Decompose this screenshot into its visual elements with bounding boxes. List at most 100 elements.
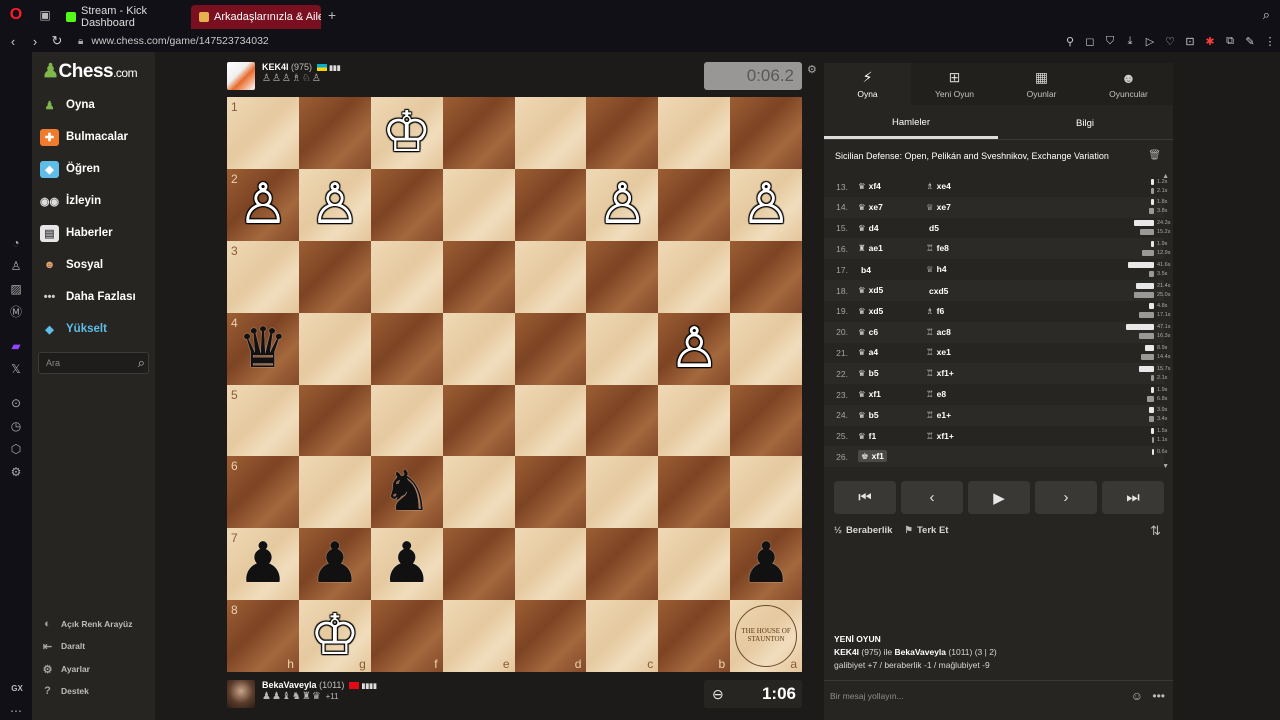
collapse-button[interactable]: ⇤ Daralt — [40, 637, 85, 655]
board-square[interactable] — [658, 97, 731, 169]
black-move[interactable]: ♗ f6 — [926, 306, 994, 317]
nav-more[interactable]: ••• Daha Fazlası — [40, 285, 136, 309]
board-square[interactable] — [514, 528, 587, 601]
chess-board[interactable]: 1 ♔ 2 ♙ ♙ ♙ ♙ 3 4 ♛ ♙ 5 6 ♞ 7 ♟ ♟ ♟ ♟ 8 h g ♔ f e d c b a THE HOUSE O… — [227, 97, 802, 672]
light-theme-toggle[interactable]: ◐ Açık Renk Arayüz — [40, 615, 132, 633]
board-square[interactable] — [658, 528, 731, 601]
forward-icon[interactable]: › — [26, 34, 44, 49]
opening-name[interactable]: Sicilian Defense: Open, Pelikán and Sves… — [835, 151, 1109, 161]
tab-players[interactable]: ☻ Oyuncular — [1085, 63, 1172, 105]
bookmark-icon[interactable]: ⊡ — [1180, 35, 1200, 48]
chess-piece[interactable]: ♛ — [238, 320, 288, 377]
chess-piece[interactable]: ♙ — [310, 176, 360, 233]
cube-icon[interactable]: ⬡ — [9, 442, 23, 456]
black-move[interactable]: cxd5 — [926, 286, 994, 296]
board-square[interactable]: 8h — [227, 600, 299, 672]
player-name[interactable]: KEK4I (975) ▮▮▮ — [262, 62, 341, 72]
board-square[interactable] — [658, 384, 731, 457]
avatar[interactable] — [227, 62, 255, 90]
board-square[interactable] — [658, 456, 731, 529]
speed-dial-icon[interactable]: ◔ — [9, 236, 23, 250]
board-square[interactable] — [586, 456, 659, 529]
reload-icon[interactable]: ↻ — [48, 33, 66, 49]
board-square[interactable]: ♙ — [298, 168, 371, 241]
board-square[interactable]: 4 ♛ — [227, 312, 299, 385]
extensions-rail-icon[interactable]: ▨ — [9, 282, 23, 296]
board-square[interactable] — [730, 312, 802, 385]
nav-upgrade[interactable]: ◆ Yükselt — [40, 317, 107, 341]
workspace-icon[interactable]: ▣ — [32, 0, 58, 30]
white-move[interactable]: b4 — [858, 265, 926, 275]
board-square[interactable]: e — [442, 600, 515, 672]
board-square[interactable]: a THE HOUSE OF STAUNTON — [730, 600, 802, 672]
nav-watch[interactable]: ◉◉ İzleyin — [40, 189, 101, 213]
white-move[interactable]: ♛ xf4 — [858, 181, 926, 192]
subtab-moves[interactable]: Hamleler — [824, 108, 998, 139]
chess-piece[interactable]: ♟ — [741, 536, 791, 592]
play-button[interactable]: ▶ — [968, 481, 1030, 514]
board-square[interactable] — [370, 168, 443, 241]
move-list[interactable]: ▲ ▼ 13. ♛ xf4 ♗ xe4 1.2s 2.1s 14. ♛ xe7 ♕ xe7 1.8s 3.… — [824, 173, 1173, 470]
board-square[interactable] — [586, 384, 659, 457]
board-settings-icon[interactable]: ⚙ — [807, 63, 817, 76]
white-move[interactable]: ♛ d4 — [858, 223, 926, 234]
board-square[interactable] — [730, 456, 802, 529]
prev-move-button[interactable]: ‹ — [901, 481, 963, 514]
board-square[interactable]: ♙ — [730, 168, 802, 241]
board-square[interactable]: c — [586, 600, 659, 672]
gx-icon[interactable]: GX — [10, 682, 24, 696]
black-move[interactable] — [926, 452, 994, 462]
board-square[interactable]: f — [370, 600, 443, 672]
nav-learn[interactable]: ◆ Öğren — [40, 157, 100, 181]
avatar[interactable] — [227, 680, 255, 708]
twitch-icon[interactable]: ▰ — [9, 339, 23, 353]
draw-button[interactable]: ½ Beraberlik — [834, 525, 892, 536]
chess-piece[interactable]: ♞ — [382, 464, 432, 520]
board-square[interactable]: ♟ — [370, 528, 443, 601]
board-square[interactable]: 6 — [227, 456, 299, 529]
white-move[interactable]: ♛ xe7 — [858, 202, 926, 213]
white-move[interactable]: ♛ xd5 — [858, 285, 926, 296]
white-move[interactable]: ♜ ae1 — [858, 243, 926, 254]
heart-icon[interactable]: ♡ — [1160, 35, 1180, 48]
board-square[interactable] — [442, 97, 515, 169]
black-move[interactable]: ♖ xf1+ — [926, 431, 994, 442]
board-square[interactable] — [514, 456, 587, 529]
emoji-icon[interactable]: ☺ — [1131, 689, 1143, 703]
black-move[interactable]: d5 — [926, 223, 994, 233]
tab-play[interactable]: ⚡︎ Oyna — [824, 63, 911, 105]
chess-piece[interactable]: ♔ — [382, 104, 432, 161]
new-tab-button[interactable]: + — [321, 7, 343, 23]
messenger-icon[interactable]: Ⓜ — [9, 305, 23, 319]
snapshot-icon[interactable]: ◻ — [1080, 35, 1100, 48]
board-square[interactable] — [514, 168, 587, 241]
board-square[interactable] — [370, 384, 443, 457]
chess-piece[interactable]: ♙ — [597, 176, 647, 233]
white-move[interactable]: ♛ xf1 — [858, 389, 926, 400]
white-move[interactable]: ♛ c6 — [858, 327, 926, 338]
white-move[interactable]: ♛ xd5 — [858, 306, 926, 317]
more-rail-icon[interactable]: ⋯ — [9, 704, 23, 718]
chat-input[interactable]: Bir mesaj yollayın... ☺ ••• — [824, 680, 1173, 710]
board-square[interactable]: ♟ — [298, 528, 371, 601]
support-link[interactable]: ? Destek — [40, 682, 89, 700]
board-square[interactable] — [658, 240, 731, 313]
extension-icon[interactable]: ⧉ — [1220, 35, 1240, 48]
next-move-button[interactable]: › — [1035, 481, 1097, 514]
download-icon[interactable]: ⤓ — [1120, 35, 1140, 48]
white-move[interactable]: ♛ b5 — [858, 410, 926, 421]
board-square[interactable] — [586, 312, 659, 385]
board-square[interactable]: 5 — [227, 384, 299, 457]
board-square[interactable] — [514, 240, 587, 313]
nav-puzzles[interactable]: ✚ Bulmacalar — [40, 125, 128, 149]
chess-piece[interactable]: ♙ — [669, 320, 719, 377]
board-square[interactable]: ♟ — [730, 528, 802, 601]
board-square[interactable] — [298, 456, 371, 529]
black-move[interactable]: ♖ xf1+ — [926, 368, 994, 379]
chess-piece[interactable]: ♟ — [310, 536, 360, 592]
board-square[interactable] — [586, 97, 659, 169]
last-move-button[interactable]: ⏭︎ — [1102, 481, 1164, 514]
extension-red-icon[interactable]: ✱ — [1200, 35, 1220, 48]
menu-icon[interactable]: ⋮ — [1260, 35, 1280, 48]
opera-logo-icon[interactable]: O — [0, 0, 32, 30]
